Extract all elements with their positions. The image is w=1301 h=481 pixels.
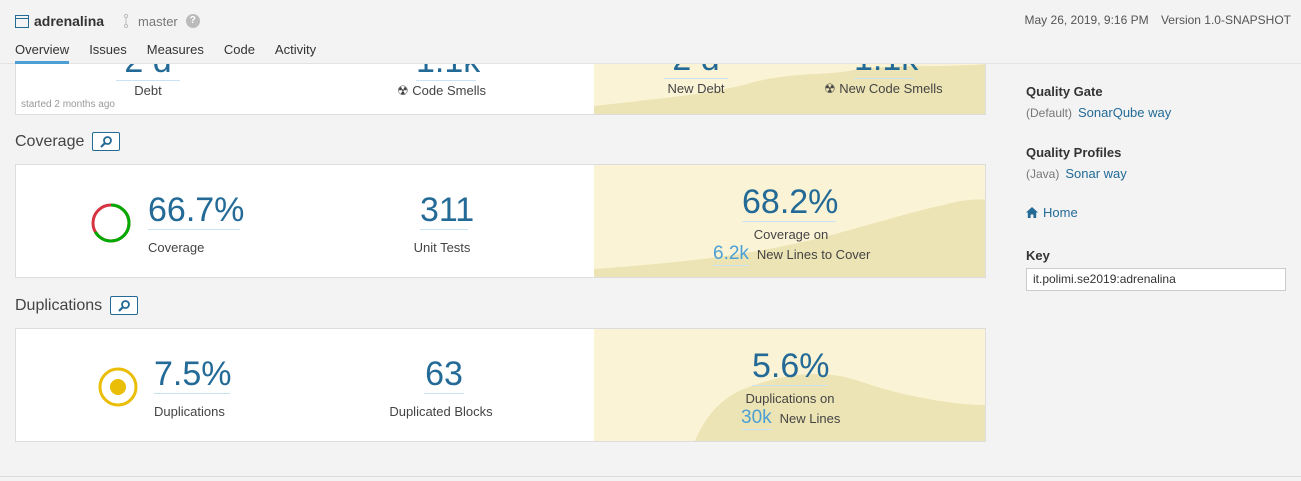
coverage-value[interactable]: 66.7% [148,191,244,230]
duplications-value[interactable]: 7.5% [154,355,232,394]
analysis-date: May 26, 2019, 9:16 PM [1024,13,1149,27]
project-icon [15,14,29,28]
key-heading: Key [1026,248,1050,263]
search-icon [118,299,131,312]
duplicated-blocks-label: Duplicated Blocks [389,404,493,419]
code-smells-label-wrap: ☢ Code Smells [397,83,486,99]
new-code-smells-label-wrap: ☢ New Code Smells [824,81,943,97]
new-code-smells-icon: ☢ [824,81,836,96]
unit-tests-label: Unit Tests [413,240,471,255]
new-duplications-label: Duplications on [745,391,835,406]
coverage-title-text: Coverage [15,132,85,150]
home-link[interactable]: Home [1043,205,1078,220]
home-icon [1026,207,1038,218]
project-header: adrenalina master ? May 26, 2019, 9:16 P… [0,0,1301,64]
quality-profile-link[interactable]: Sonar way [1065,166,1126,181]
coverage-card: 66.7% Coverage 311 Unit Tests 68.2% Cove… [15,164,986,278]
duplications-drilldown-button[interactable] [110,296,139,315]
project-name[interactable]: adrenalina [34,13,104,29]
code-smells-label: Code Smells [412,83,486,98]
coverage-drilldown-button[interactable] [92,132,121,151]
duplications-indicator[interactable] [97,366,139,408]
new-debt-label: New Debt [667,81,725,96]
home-link-row[interactable]: Home [1026,205,1286,220]
page-bottom-divider [0,476,1301,477]
project-key-input[interactable]: it.polimi.se2019:adrenalina [1026,268,1286,291]
project-nav: Overview Issues Measures Code Activity [15,41,336,64]
help-icon[interactable]: ? [185,14,200,28]
new-debt-value[interactable]: 2 d [664,64,728,79]
tab-measures[interactable]: Measures [147,41,204,64]
analysis-meta: May 26, 2019, 9:16 PM Version 1.0-SNAPSH… [1025,13,1291,27]
duplications-label: Duplications [154,404,225,419]
debt-label: Debt [134,83,162,98]
branch-name: master [138,13,178,29]
branch-icon [123,13,129,29]
quality-profile-row: (Java) Sonar way [1026,166,1286,181]
tab-issues[interactable]: Issues [89,41,127,64]
quality-gate-heading: Quality Gate [1026,84,1103,99]
duplications-title-text: Duplications [15,296,103,314]
quality-profile-prefix: (Java) [1026,167,1060,181]
tab-activity[interactable]: Activity [275,41,316,64]
quality-profiles-heading: Quality Profiles [1026,145,1122,160]
new-coverage-value[interactable]: 68.2% [742,183,838,222]
new-code-smells-label: New Code Smells [839,81,943,96]
coverage-title: Coverage [15,132,121,151]
tab-code[interactable]: Code [224,41,255,64]
new-lines-to-cover-label: New Lines to Cover [756,247,871,262]
coverage-donut[interactable] [90,202,132,244]
new-code-smells-value[interactable]: 1.1k [854,64,918,79]
new-lines-value[interactable]: 30k [741,407,772,430]
quality-gate-prefix: (Default) [1026,106,1073,120]
debt-value[interactable]: 2 d [116,64,180,81]
project-version: Version 1.0-SNAPSHOT [1160,13,1291,27]
unit-tests-value[interactable]: 311 [420,191,474,230]
code-smells-icon: ☢ [397,83,409,98]
maintainability-card: 2 d Debt started 2 months ago 1.1k ☢ Cod… [15,64,986,115]
new-coverage-label: Coverage on [753,227,829,242]
duplications-title: Duplications [15,296,139,315]
quality-gate-row: (Default) SonarQube way [1026,105,1286,120]
project-title: adrenalina master ? [15,11,200,31]
new-lines-to-cover: 6.2k New Lines to Cover [713,243,870,266]
project-meta-sidebar: Quality Gate (Default) SonarQube way Qual… [1026,84,1286,291]
started-label: started 2 months ago [21,99,115,110]
search-icon [100,135,113,148]
new-lines-label: New Lines [779,411,841,426]
tab-overview[interactable]: Overview [15,41,70,64]
new-lines: 30k New Lines [741,407,840,430]
new-duplications-value[interactable]: 5.6% [752,347,830,386]
new-lines-to-cover-value[interactable]: 6.2k [713,243,749,266]
duplicated-blocks-value[interactable]: 63 [424,355,464,394]
code-smells-value[interactable]: 1.1k [416,64,480,81]
quality-gate-link[interactable]: SonarQube way [1078,105,1171,120]
coverage-label: Coverage [148,240,205,255]
duplications-card: 7.5% Duplications 63 Duplicated Blocks 5… [15,328,986,442]
